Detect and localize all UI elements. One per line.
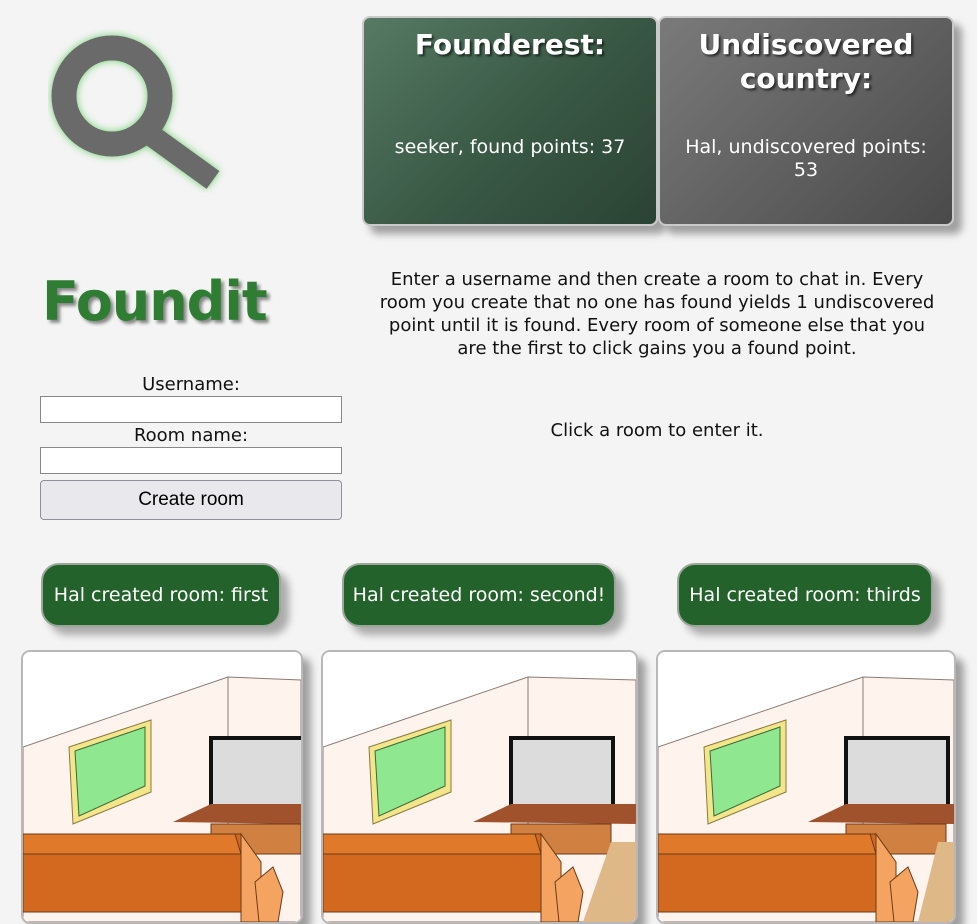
undiscovered-title: Undiscovered country: [698,28,914,95]
room-name-input[interactable] [40,447,342,474]
room-scene-icon [658,652,954,922]
founderest-card: Founderest: seeker, found points: 37 [362,16,658,226]
undiscovered-card: Undiscovered country: Hal, undiscovered … [658,16,954,226]
room-name-label: Room name: [133,425,249,446]
magnifier-icon [51,35,220,189]
username-label: Username: [142,374,240,395]
create-room-form: Username: Room name: Create room [40,374,342,520]
room-scene-icon [23,652,301,922]
room-button-thirds[interactable]: Hal created room: thirds [677,563,933,627]
hint-text: Click a room to enter it. [550,420,764,441]
brand-title: Foundit [42,270,268,333]
username-input[interactable] [40,396,342,423]
room-button-second[interactable]: Hal created room: second! [342,563,616,627]
intro-text: Enter a username and then create a room … [379,269,935,359]
founderest-title: Founderest: [414,28,606,61]
room-scene-icon [323,652,636,922]
room-button-first[interactable]: Hal created room: first [41,563,281,627]
founderest-text: seeker, found points: 37 [394,136,626,158]
room-card-first[interactable] [21,650,303,924]
create-room-button[interactable]: Create room [40,480,342,520]
undiscovered-text: Hal, undiscovered points: 53 [685,136,927,181]
room-card-second[interactable] [321,650,638,924]
room-card-thirds[interactable] [656,650,956,924]
